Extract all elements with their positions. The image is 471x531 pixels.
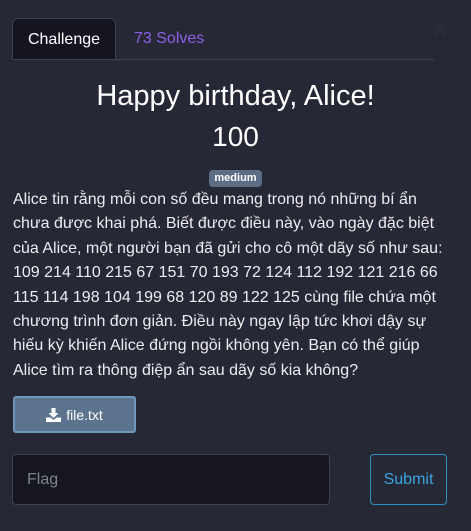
download-icon [46, 407, 62, 422]
close-button[interactable] [431, 20, 449, 38]
submit-button[interactable]: Submit [370, 454, 447, 505]
challenge-description: Alice tin rằng mỗi con số đều mang trong… [13, 191, 443, 379]
challenge-points: 100 [212, 121, 259, 152]
download-file-button[interactable]: file.txt [13, 396, 136, 433]
challenge-tabs: Challenge 73 Solves [12, 18, 434, 60]
tab-solves[interactable]: 73 Solves [134, 18, 204, 59]
close-icon [433, 22, 447, 36]
flag-input[interactable] [12, 454, 330, 505]
tab-challenge[interactable]: Challenge [12, 18, 116, 59]
challenge-title: Happy birthday, Alice! [96, 80, 375, 112]
difficulty-badge: medium [209, 170, 262, 187]
file-label: file.txt [66, 406, 103, 423]
